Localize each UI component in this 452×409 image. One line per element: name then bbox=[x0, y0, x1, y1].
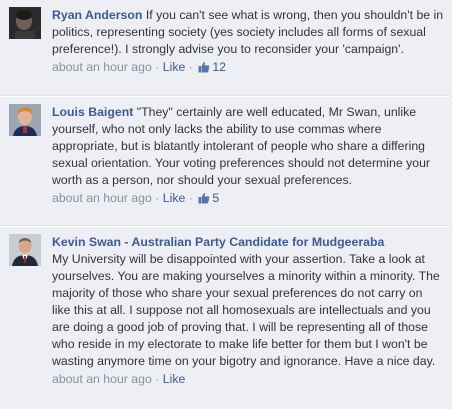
like-link[interactable]: Like bbox=[163, 60, 186, 74]
separator-dot: · bbox=[188, 60, 193, 74]
comment-feed: Ryan Anderson If you can't see what is w… bbox=[0, 0, 452, 409]
comment-text: My University will be disappointed with … bbox=[52, 252, 440, 368]
separator-dot: · bbox=[155, 191, 160, 205]
like-count[interactable]: 12 bbox=[212, 60, 226, 74]
like-link[interactable]: Like bbox=[163, 191, 186, 205]
like-link[interactable]: Like bbox=[163, 372, 186, 386]
avatar[interactable] bbox=[9, 104, 41, 136]
separator-dot: · bbox=[155, 372, 160, 386]
comment-item: Louis Baigent "They" certainly are well … bbox=[0, 97, 452, 226]
comment-timestamp[interactable]: about an hour ago bbox=[52, 372, 152, 386]
comment-item: Kevin Swan - Australian Party Candidate … bbox=[0, 227, 452, 409]
comment-meta: about an hour ago · Like · 5 bbox=[52, 190, 444, 209]
like-count[interactable]: 5 bbox=[212, 191, 219, 205]
comment-author[interactable]: Kevin Swan - Australian Party Candidate … bbox=[52, 234, 444, 251]
comment-timestamp[interactable]: about an hour ago bbox=[52, 191, 152, 205]
thumbs-up-icon[interactable] bbox=[198, 192, 210, 209]
separator-dot: · bbox=[188, 191, 193, 205]
avatar[interactable] bbox=[9, 234, 41, 266]
comment-author[interactable]: Ryan Anderson bbox=[52, 8, 142, 22]
separator-dot: · bbox=[155, 60, 160, 74]
comment-item: Ryan Anderson If you can't see what is w… bbox=[0, 0, 452, 96]
comment-author[interactable]: Louis Baigent bbox=[52, 105, 133, 119]
comment-meta: about an hour ago · Like bbox=[52, 371, 444, 388]
comment-meta: about an hour ago · Like · 12 bbox=[52, 59, 444, 78]
thumbs-up-icon[interactable] bbox=[198, 61, 210, 78]
avatar[interactable] bbox=[9, 7, 41, 39]
comment-timestamp[interactable]: about an hour ago bbox=[52, 60, 152, 74]
